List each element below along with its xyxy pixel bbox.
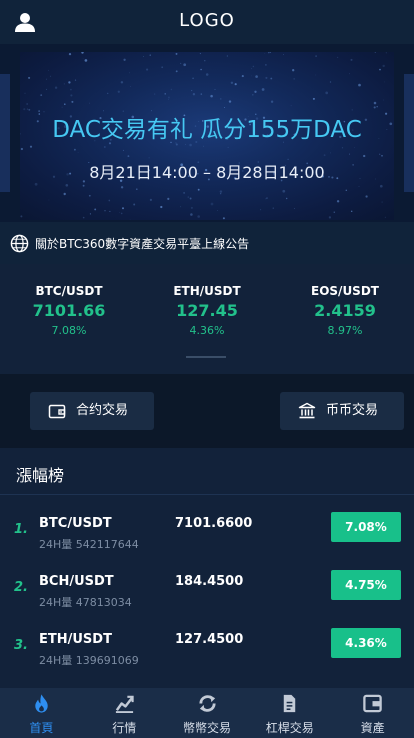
- ranking-title: 漲幅榜: [16, 466, 65, 485]
- bank-icon: [298, 402, 316, 419]
- ticker-btc[interactable]: BTC/USDT 7101.66 7.08%: [0, 284, 138, 337]
- globe-icon: [10, 234, 29, 253]
- rank-change-badge: 4.36%: [331, 628, 401, 658]
- ranking-row[interactable]: 3. ETH/USDT 24H量 139691069 127.4500 4.36…: [0, 628, 414, 686]
- ticker-change: 7.08%: [51, 324, 87, 337]
- ticker-pair: ETH/USDT: [173, 284, 241, 298]
- tab-label: 首頁: [29, 721, 54, 735]
- chart-icon: [115, 695, 134, 714]
- app-header: LOGO: [0, 0, 414, 44]
- ticker-price: 127.45: [176, 301, 238, 320]
- rank-change-badge: 7.08%: [331, 512, 401, 542]
- trade-actions: 合约交易 币币交易: [0, 374, 414, 448]
- wallet-card-icon: [48, 404, 66, 419]
- tab-spot-trading[interactable]: 幣幣交易: [166, 688, 249, 738]
- banner-title: DAC交易有礼 瓜分155万DAC: [52, 117, 362, 143]
- rank-number: 3.: [14, 638, 28, 653]
- tab-home[interactable]: 首頁: [0, 688, 83, 738]
- tab-label: 杠桿交易: [265, 721, 314, 735]
- document-icon: [284, 694, 296, 713]
- ticker-pair: EOS/USDT: [311, 284, 379, 298]
- spot-trade-button[interactable]: 币币交易: [280, 392, 404, 430]
- rank-pair: ETH/USDT: [39, 632, 112, 647]
- tab-assets[interactable]: 資產: [331, 688, 414, 738]
- divider: [0, 494, 414, 495]
- banner-date: 8月21日14:00 – 8月28日14:00: [89, 163, 325, 182]
- rank-price: 184.4500: [175, 574, 244, 589]
- tab-margin-trading[interactable]: 杠桿交易: [248, 688, 331, 738]
- contract-trade-label: 合约交易: [76, 403, 129, 418]
- promo-banner[interactable]: DAC交易有礼 瓜分155万DAC 8月21日14:00 – 8月28日14:0…: [0, 44, 414, 222]
- rank-volume: 24H量 542117644: [39, 538, 139, 551]
- ticker-pair: BTC/USDT: [35, 284, 103, 298]
- rank-volume: 24H量 47813034: [39, 596, 132, 609]
- tab-label: 幣幣交易: [182, 721, 231, 735]
- wallet-icon: [363, 694, 382, 713]
- rank-pair: BTC/USDT: [39, 516, 112, 531]
- spot-trade-label: 币币交易: [326, 403, 379, 418]
- ticker-eos[interactable]: EOS/USDT 2.4159 8.97%: [276, 284, 414, 337]
- ranking-row[interactable]: 1. BTC/USDT 24H量 542117644 7101.6600 7.0…: [0, 512, 414, 570]
- ticker-change: 8.97%: [327, 324, 363, 337]
- contract-trade-button[interactable]: 合约交易: [30, 392, 154, 430]
- bottom-tab-bar: 首頁 行情 幣幣交易 杠桿交易 資產: [0, 688, 414, 738]
- announcement-bar[interactable]: 關於BTC360數字資產交易平臺上線公告: [0, 222, 414, 264]
- rank-change-badge: 4.75%: [331, 570, 401, 600]
- rank-price: 7101.6600: [175, 516, 253, 531]
- tab-market[interactable]: 行情: [83, 688, 166, 738]
- tab-label: 行情: [112, 721, 137, 735]
- rank-pair: BCH/USDT: [39, 574, 114, 589]
- ticker-eth[interactable]: ETH/USDT 127.45 4.36%: [138, 284, 276, 337]
- gainers-ranking: 漲幅榜 1. BTC/USDT 24H量 542117644 7101.6600…: [0, 448, 414, 688]
- rank-volume: 24H量 139691069: [39, 654, 139, 667]
- rank-price: 127.4500: [175, 632, 244, 647]
- ticker-price: 2.4159: [314, 301, 376, 320]
- app-logo: LOGO: [179, 10, 235, 31]
- flame-icon: [35, 694, 48, 713]
- tab-label: 資產: [360, 721, 385, 735]
- ticker-scroll-indicator: [186, 356, 226, 358]
- rank-number: 1.: [14, 522, 28, 537]
- ranking-row[interactable]: 2. BCH/USDT 24H量 47813034 184.4500 4.75%: [0, 570, 414, 628]
- ticker-change: 4.36%: [189, 324, 225, 337]
- rank-number: 2.: [14, 580, 28, 595]
- ticker-price: 7101.66: [32, 301, 106, 320]
- exchange-icon: [198, 695, 216, 712]
- announcement-text: 關於BTC360數字資產交易平臺上線公告: [35, 237, 250, 251]
